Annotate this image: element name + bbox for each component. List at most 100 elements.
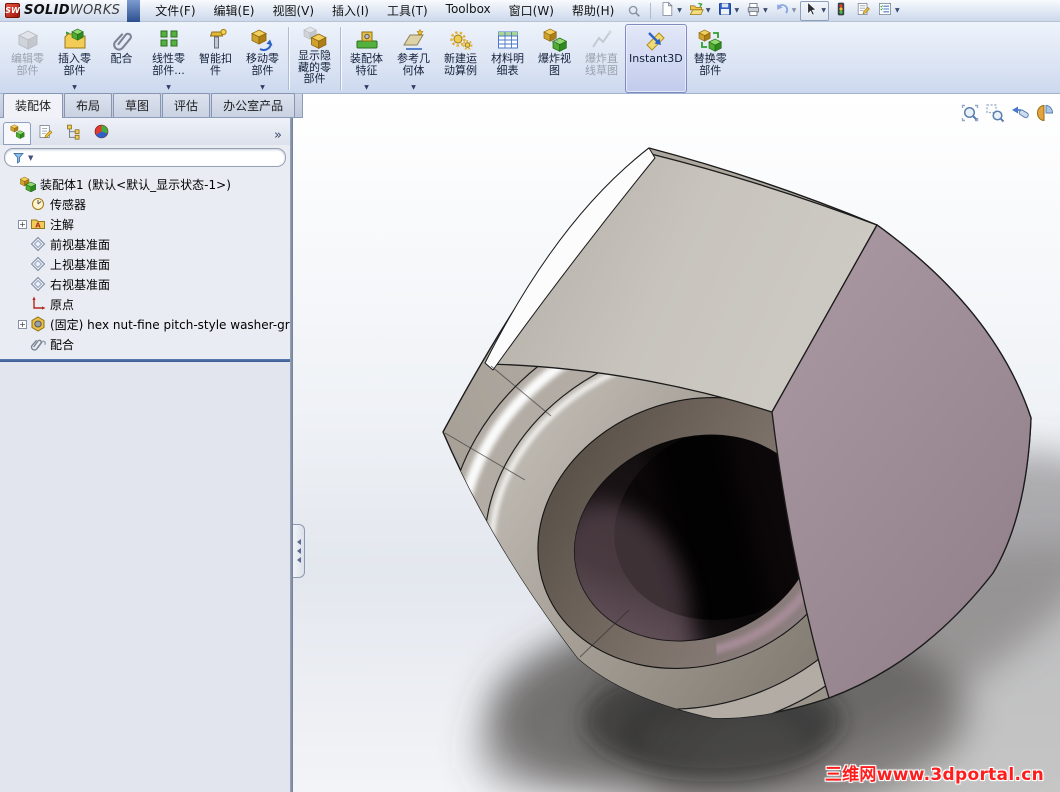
undo-button[interactable]: ▼ xyxy=(772,1,799,21)
menu-item[interactable]: 文件(F) xyxy=(146,0,204,22)
print-icon xyxy=(745,1,761,21)
section-view-button[interactable] xyxy=(1034,104,1055,125)
section-view-icon xyxy=(1035,103,1055,127)
menu-item[interactable]: 窗口(W) xyxy=(500,0,563,22)
cmd-mate-button[interactable]: 配合 xyxy=(98,24,145,93)
tree-item[interactable]: + A 注解 xyxy=(4,214,290,234)
toolbar-separator xyxy=(650,2,652,19)
print-button[interactable]: ▼ xyxy=(743,1,770,21)
dropdown-caret[interactable]: ▼ xyxy=(763,7,768,14)
panel-tab-display-manager[interactable] xyxy=(87,122,115,145)
dropdown-caret[interactable]: ▼ xyxy=(821,7,826,14)
zoom-to-area-icon xyxy=(985,103,1005,127)
search-icon[interactable] xyxy=(627,4,641,18)
menu-item[interactable]: 插入(I) xyxy=(323,0,378,22)
cmd-smart-fasteners-button[interactable]: 智能扣 件 xyxy=(192,24,239,93)
dropdown-caret[interactable]: ▼ xyxy=(72,84,77,91)
solidworks-logo: SW SOLIDWORKS xyxy=(0,0,125,22)
expand-icon[interactable]: + xyxy=(18,319,27,329)
panel-viewport-divider[interactable] xyxy=(290,118,293,792)
cmd-edit-component-button[interactable]: 编辑零 部件 xyxy=(4,24,51,93)
cmd-motion-study-button[interactable]: 新建运 动算例 xyxy=(437,24,484,93)
previous-view-button[interactable] xyxy=(1009,104,1030,125)
tree-item[interactable]: 装配体1 (默认<默认_显示状态-1>) xyxy=(4,174,290,194)
tree-item[interactable]: 传感器 xyxy=(4,194,290,214)
dropdown-caret[interactable]: ▼ xyxy=(735,7,740,14)
tree-filter-input[interactable]: ▼ xyxy=(4,148,286,167)
hex-nut-model[interactable] xyxy=(293,96,1060,792)
zoom-to-area-button[interactable] xyxy=(984,103,1005,127)
cmd-instant3d-button[interactable]: Instant3D xyxy=(625,24,687,93)
menu-item[interactable]: Toolbox xyxy=(437,0,500,22)
tree-item-label: 右视基准面 xyxy=(50,277,111,292)
panel-tab-feature-manager[interactable] xyxy=(3,122,31,145)
panel-overflow-chevron[interactable]: » xyxy=(274,128,286,145)
cmd-button-label: 材料明 细表 xyxy=(491,52,524,77)
tab-assembly[interactable]: 装配体 xyxy=(3,93,64,118)
dropdown-caret[interactable]: ▼ xyxy=(260,84,265,91)
dropdown-caret[interactable]: ▼ xyxy=(677,7,682,14)
menu-item[interactable]: 视图(V) xyxy=(263,0,323,22)
part-icon xyxy=(30,316,46,332)
menu-item[interactable]: 编辑(E) xyxy=(205,0,264,22)
tab-1[interactable]: 布局 xyxy=(64,93,113,117)
open-icon xyxy=(688,1,704,21)
cmd-explode-line-sketch-button[interactable]: 爆炸直 线草图 xyxy=(578,24,625,93)
cmd-button-label: 装配体 特征 xyxy=(350,52,383,77)
cmd-linear-pattern-button[interactable]: 线性零 部件... ▼ xyxy=(145,24,192,93)
tree-item-label: 上视基准面 xyxy=(50,257,111,272)
dropdown-caret[interactable]: ▼ xyxy=(364,84,369,91)
tree-item[interactable]: + (固定) hex nut-fine pitch-style washer-gr… xyxy=(4,314,290,334)
file-properties-button[interactable] xyxy=(853,1,873,21)
dropdown-caret[interactable]: ▼ xyxy=(411,84,416,91)
cmd-insert-component-button[interactable]: 插入零 部件 ▼ xyxy=(51,24,98,93)
rebuild-button[interactable] xyxy=(831,1,851,21)
open-button[interactable]: ▼ xyxy=(686,1,713,21)
svg-text:A: A xyxy=(35,222,41,230)
zoom-to-fit-icon xyxy=(960,103,980,127)
feature-manager-panel: » ▼ 装配体1 (默认<默认_显示状态-1>) 传感器 + A 注解 前视基准面 上视基准… xyxy=(0,118,290,792)
select-button[interactable]: ▼ xyxy=(800,0,830,21)
tree-item[interactable]: 上视基准面 xyxy=(4,254,290,274)
cmd-reference-geometry-button[interactable]: 参考几 何体 ▼ xyxy=(390,24,437,93)
save-icon xyxy=(717,1,733,21)
panel-tab-property-manager[interactable] xyxy=(31,122,59,145)
tree-item[interactable]: 右视基准面 xyxy=(4,274,290,294)
mate-icon xyxy=(110,26,134,53)
tab-2[interactable]: 草图 xyxy=(113,93,162,117)
dropdown-caret[interactable]: ▼ xyxy=(706,7,711,14)
panel-collapse-handle[interactable] xyxy=(293,524,305,578)
cmd-assembly-features-button[interactable]: 装配体 特征 ▼ xyxy=(343,24,390,93)
tree-item[interactable]: 前视基准面 xyxy=(4,234,290,254)
command-manager: 编辑零 部件 插入零 部件 ▼ 配合 线性零 部件... ▼ 智能扣 件移动零 部件 ▼ 显示隐… xyxy=(0,22,1060,94)
cmd-button-label: 智能扣 件 xyxy=(199,52,232,77)
smart-fasteners-icon xyxy=(204,26,228,53)
cmd-replace-components-button[interactable]: 替换零 部件 xyxy=(687,24,734,93)
graphics-area[interactable]: 三维网www.3dportal.cn xyxy=(293,96,1060,792)
dropdown-caret[interactable]: ▼ xyxy=(895,7,900,14)
new-document-button[interactable]: ▼ xyxy=(657,1,684,21)
panel-tab-configuration-manager[interactable] xyxy=(59,122,87,145)
save-button[interactable]: ▼ xyxy=(715,1,742,21)
brand-text: SOLIDWORKS xyxy=(24,3,121,18)
dropdown-caret[interactable]: ▼ xyxy=(166,84,171,91)
tree-item-label: 原点 xyxy=(50,297,75,312)
dropdown-caret[interactable]: ▼ xyxy=(792,7,797,14)
cmd-button-label: 爆炸视 图 xyxy=(538,52,571,77)
zoom-to-fit-button[interactable] xyxy=(959,104,980,125)
options-button[interactable]: ▼ xyxy=(875,1,902,21)
tab-4[interactable]: 办公室产品 xyxy=(211,93,296,117)
cmd-exploded-view-button[interactable]: 爆炸视 图 xyxy=(531,24,578,93)
menu-item[interactable]: 帮助(H) xyxy=(563,0,623,22)
origin-icon xyxy=(30,296,46,312)
previous-view-icon xyxy=(1010,103,1030,127)
tree-item[interactable]: 原点 xyxy=(4,294,290,314)
cmd-move-component-button[interactable]: 移动零 部件 ▼ xyxy=(239,24,286,93)
tree-item[interactable]: 配合 xyxy=(4,334,290,354)
tab-3[interactable]: 评估 xyxy=(162,93,211,117)
cmd-bom-button[interactable]: 材料明 细表 xyxy=(484,24,531,93)
menu-item[interactable]: 工具(T) xyxy=(378,0,437,22)
cmd-show-hidden-button[interactable]: 显示隐 藏的零 部件 xyxy=(291,24,338,93)
instant3d-icon xyxy=(644,26,668,53)
expand-icon[interactable]: + xyxy=(18,219,27,229)
